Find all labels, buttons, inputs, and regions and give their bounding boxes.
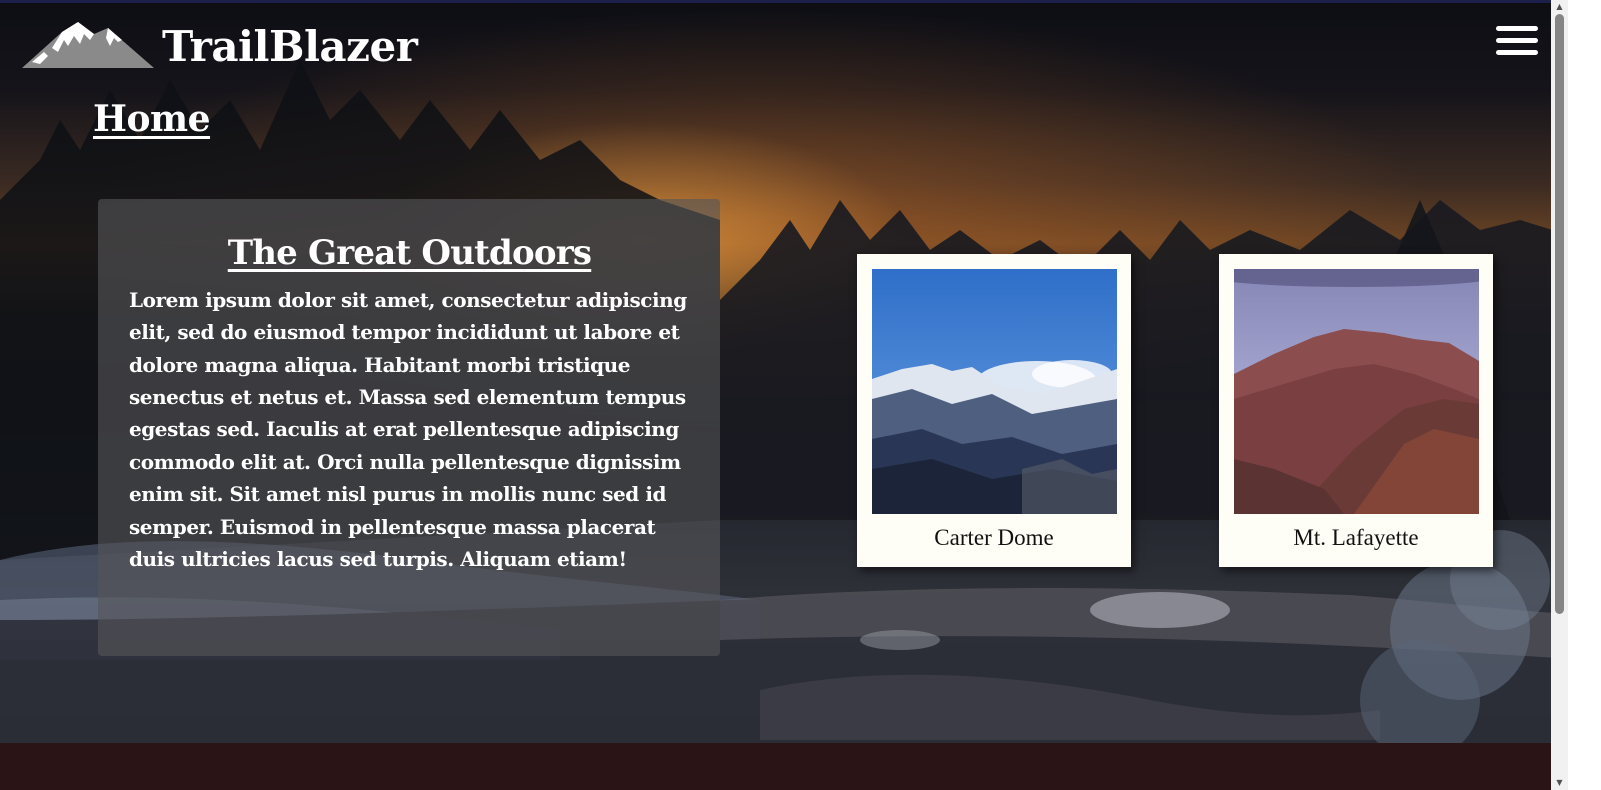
- gallery-card-carter-dome[interactable]: Carter Dome: [857, 254, 1131, 567]
- brand-name: TrailBlazer: [162, 21, 418, 71]
- intro-title: The Great Outdoors: [227, 233, 592, 273]
- footer-bar: [0, 743, 1585, 790]
- mountain-logo-icon: [22, 18, 154, 75]
- page-title[interactable]: Home: [93, 99, 211, 140]
- gallery-caption: Mt. Lafayette: [1293, 525, 1419, 550]
- scroll-down-arrow-icon[interactable]: ▼: [1551, 776, 1568, 790]
- intro-body: Lorem ipsum dolor sit amet, consectetur …: [129, 287, 687, 572]
- window-top-border: [0, 0, 1601, 3]
- window-edge: [1568, 0, 1601, 790]
- menu-bar-bottom: [1496, 50, 1538, 55]
- scrollbar-thumb[interactable]: [1555, 14, 1564, 614]
- gallery-caption: Carter Dome: [934, 525, 1054, 550]
- gallery-card-mt-lafayette[interactable]: Mt. Lafayette: [1219, 254, 1493, 567]
- hamburger-menu-icon[interactable]: [1496, 26, 1538, 60]
- scroll-up-arrow-icon[interactable]: ▲: [1551, 0, 1568, 14]
- menu-bar-top: [1496, 26, 1538, 31]
- page-scrollbar[interactable]: ▲ ▼: [1551, 0, 1568, 790]
- brand-logo-link[interactable]: TrailBlazer: [22, 18, 418, 75]
- intro-card: The Great Outdoors Lorem ipsum dolor sit…: [98, 199, 720, 656]
- mt-lafayette-photo: [1234, 269, 1479, 514]
- page-viewport: TrailBlazer Home The Great Outdoors Lore…: [0, 0, 1601, 790]
- carter-dome-photo: [872, 269, 1117, 514]
- menu-bar-middle: [1496, 38, 1538, 43]
